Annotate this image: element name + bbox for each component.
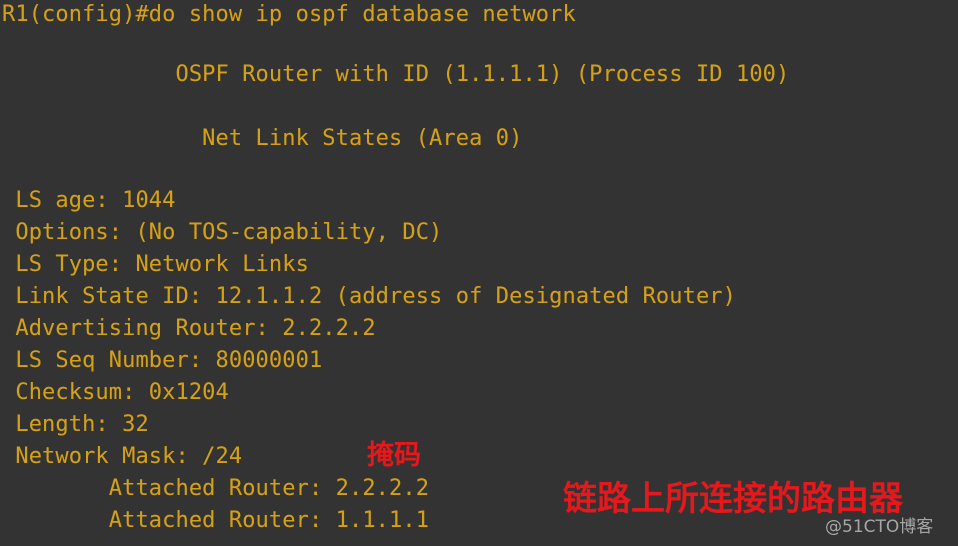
net-link-states-header-line: Net Link States (Area 0) xyxy=(2,126,523,151)
length-line: Length: 32 xyxy=(2,412,149,437)
options-line: Options: (No TOS-capability, DC) xyxy=(2,220,443,245)
terminal-prompt-line: R1(config)#do show ip ospf database netw… xyxy=(2,2,576,27)
ospf-router-header-line: OSPF Router with ID (1.1.1.1) (Process I… xyxy=(2,62,790,87)
terminal-output[interactable]: R1(config)#do show ip ospf database netw… xyxy=(0,0,958,546)
ls-seq-number-line: LS Seq Number: 80000001 xyxy=(2,348,323,373)
ls-type-line: LS Type: Network Links xyxy=(2,252,309,277)
checksum-line: Checksum: 0x1204 xyxy=(2,380,229,405)
advertising-router-line: Advertising Router: 2.2.2.2 xyxy=(2,316,376,341)
site-watermark: @51CTO博客 xyxy=(825,517,934,537)
annotation-attached-routers: 链路上所连接的路由器 xyxy=(563,479,903,519)
network-mask-line: Network Mask: /24 xyxy=(2,444,243,469)
terminal-screenshot: R1(config)#do show ip ospf database netw… xyxy=(0,0,958,546)
attached-router-line-1: Attached Router: 2.2.2.2 xyxy=(2,476,430,501)
attached-router-line-2: Attached Router: 1.1.1.1 xyxy=(2,508,430,533)
ls-age-line: LS age: 1044 xyxy=(2,188,176,213)
annotation-network-mask: 掩码 xyxy=(367,440,421,471)
link-state-id-line: Link State ID: 12.1.1.2 (address of Desi… xyxy=(2,284,736,309)
